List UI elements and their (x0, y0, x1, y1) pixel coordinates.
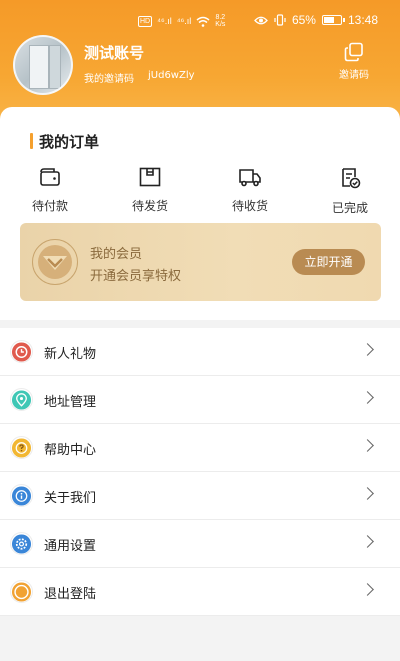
order-label: 待付款 (31, 199, 68, 213)
wifi-icon (196, 16, 210, 27)
avatar-image-part (29, 45, 49, 89)
question-icon (10, 436, 33, 459)
vip-diamond-icon (37, 244, 72, 279)
clock-icon (10, 340, 33, 363)
membership-title: 我的会员 (90, 247, 143, 262)
invite-label: 我的邀请码 (84, 74, 134, 85)
chevron-right-icon (361, 343, 374, 356)
menu-label: 通用设置 (44, 539, 97, 554)
membership-subtitle: 开通会员享特权 (90, 269, 182, 284)
chevron-right-icon (361, 535, 374, 548)
info-icon (10, 484, 33, 507)
invite-code-line: 我的邀请码 jUd6wZly (84, 70, 195, 85)
logout-icon (10, 580, 33, 603)
chevron-right-icon (361, 391, 374, 404)
orders-card: 我的订单 待付款 待发货 待收货 已完成 我的会员 开通会员享特权 立即开通 (0, 107, 400, 320)
order-label: 已完成 (331, 201, 368, 215)
location-pin-icon (10, 388, 33, 411)
speed-unit: K/s (215, 21, 226, 28)
wallet-icon (40, 168, 60, 186)
battery-icon (321, 15, 345, 25)
avatar-image-part (49, 45, 61, 89)
menu-label: 关于我们 (44, 491, 97, 506)
battery-fill (323, 17, 334, 23)
status-left: HD ⁴⁶.ıl ⁴⁶.ıl 8.2 K/s (138, 14, 225, 28)
menu-item-help[interactable]: 帮助中心 (0, 424, 400, 472)
network-speed: 8.2 K/s (215, 14, 225, 28)
invite-code-button[interactable]: 邀请码 (334, 42, 374, 81)
menu-label: 地址管理 (44, 395, 97, 410)
eye-icon (254, 16, 268, 24)
gear-icon (10, 532, 33, 555)
order-pending-receipt[interactable]: 待收货 (220, 167, 280, 214)
clock-time: 13:48 (347, 13, 378, 27)
menu-label: 帮助中心 (44, 443, 97, 458)
truck-icon (239, 169, 261, 187)
order-pending-payment[interactable]: 待付款 (20, 167, 80, 214)
menu-item-settings[interactable]: 通用设置 (0, 520, 400, 568)
menu-item-about[interactable]: 关于我们 (0, 472, 400, 520)
membership-banner[interactable]: 我的会员 开通会员享特权 立即开通 (20, 223, 381, 301)
activate-membership-button[interactable]: 立即开通 (292, 249, 365, 275)
chevron-right-icon (361, 439, 374, 452)
menu-item-logout[interactable]: 退出登陆 (0, 568, 400, 616)
signal-1-icon: ⁴⁶.ıl (157, 16, 172, 26)
menu-item-address[interactable]: 地址管理 (0, 376, 400, 424)
status-right: 65% 13:48 (254, 13, 378, 27)
order-label: 待发货 (131, 199, 168, 213)
menu-label: 新人礼物 (44, 347, 97, 362)
battery-percent: 65% (291, 13, 316, 27)
order-label: 待收货 (231, 199, 268, 213)
box-icon (139, 167, 161, 187)
menu-item-newcomer-gift[interactable]: 新人礼物 (0, 328, 400, 376)
invite-button-label: 邀请码 (339, 70, 369, 81)
invite-code: jUd6wZly (148, 70, 195, 81)
done-document-icon (342, 168, 361, 189)
status-bar: HD ⁴⁶.ıl ⁴⁶.ıl 8.2 K/s 65% 13:48 (0, 10, 400, 32)
menu-label: 退出登陆 (44, 587, 97, 602)
avatar[interactable] (13, 35, 73, 95)
signal-2-icon: ⁴⁶.ıl (176, 16, 192, 26)
vibrate-icon (274, 14, 286, 26)
chevron-right-icon (361, 487, 374, 500)
user-name: 测试账号 (84, 44, 145, 62)
copy-icon (344, 42, 363, 62)
orders-title: 我的订单 (30, 131, 99, 152)
chevron-right-icon (361, 583, 374, 596)
hd-badge-icon: HD (138, 15, 153, 27)
settings-menu: 新人礼物 地址管理 帮助中心 关于我们 通用设置 退出登陆 (0, 328, 400, 616)
vip-emblem (32, 239, 78, 285)
order-pending-shipment[interactable]: 待发货 (120, 167, 180, 214)
order-completed[interactable]: 已完成 (320, 167, 380, 216)
speed-value: 8.2 (215, 14, 226, 21)
